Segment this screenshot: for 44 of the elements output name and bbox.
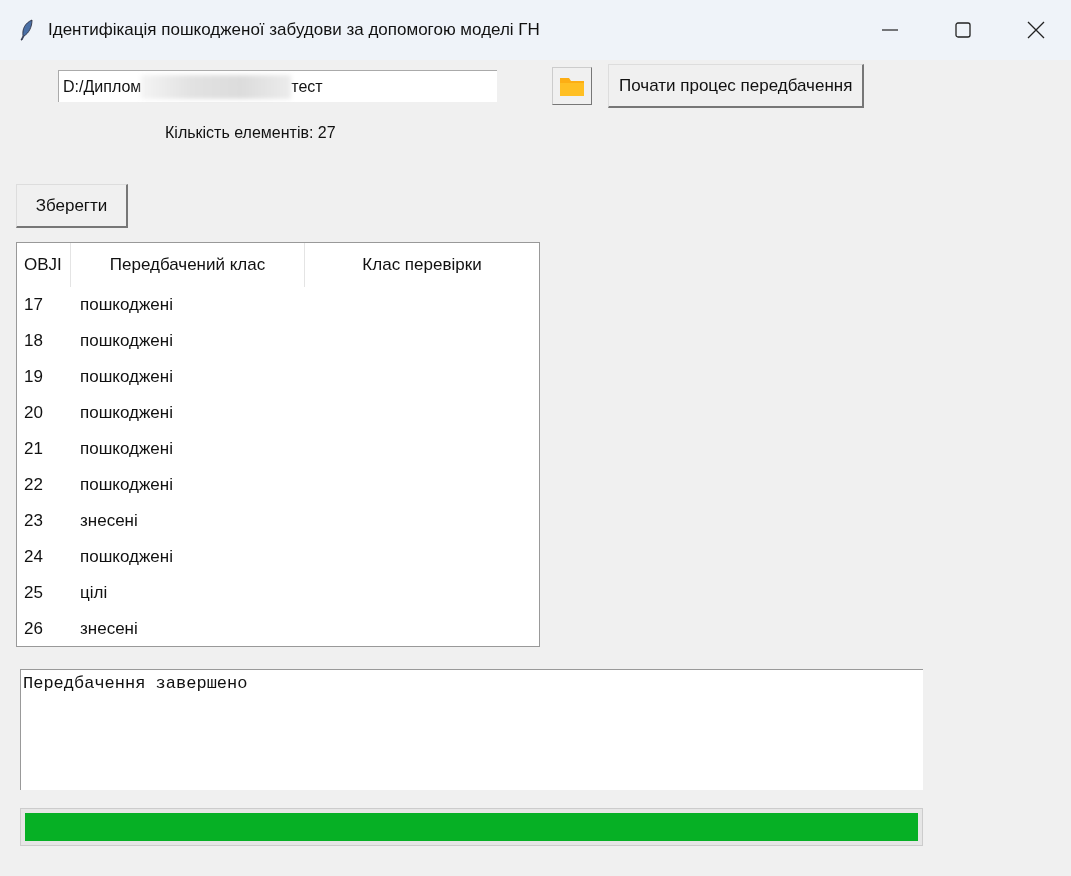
table-cell-text: 23 (23, 511, 44, 531)
table-cell-text: пошкоджені (79, 403, 173, 423)
table-cell-text: 20 (23, 403, 44, 423)
table-cell-text: пошкоджені (79, 547, 173, 567)
table-cell-text: знесені (79, 511, 138, 531)
table-cell-text: 21 (23, 439, 44, 459)
path-text: D:/Диплом (63, 77, 142, 96)
path-field[interactable]: D:/Диплом тест (58, 70, 497, 102)
table-cell-text: пошкоджені (79, 295, 173, 315)
table-cell-text: знесені (79, 619, 138, 639)
window-title: Ідентифікація пошкодженої забудови за допомогою моделі ГН (48, 20, 540, 40)
table-cell-text: 19 (23, 367, 44, 387)
table-cell-text: 22 (23, 475, 44, 495)
table-row[interactable]: 17 пошкоджені (17, 287, 539, 323)
close-icon[interactable] (1027, 21, 1045, 39)
save-button[interactable]: Зберегти (16, 184, 128, 228)
table-row[interactable]: 26 знесені (17, 611, 539, 647)
table-row[interactable]: 21 пошкоджені (17, 431, 539, 467)
table-row[interactable]: 22 пошкоджені (17, 467, 539, 503)
element-count-label: Кількість елементів: 27 (165, 124, 337, 143)
table-cell-text: 26 (23, 619, 44, 639)
table-row[interactable]: 19 пошкоджені (17, 359, 539, 395)
table-cell-text: 17 (23, 295, 44, 315)
folder-button[interactable] (552, 67, 592, 105)
table-cell-text: пошкоджені (79, 475, 173, 495)
table-cell-text: 25 (23, 583, 44, 603)
table-row[interactable]: 25 цілі (17, 575, 539, 611)
table-cell-text: 24 (23, 547, 44, 567)
table-cell-text: цілі (79, 583, 108, 603)
table-cell-text: пошкоджені (79, 439, 173, 459)
log-text: Передбачення завершено (23, 674, 248, 693)
feather-icon (20, 19, 34, 41)
maximize-icon[interactable] (955, 22, 971, 38)
table-row[interactable]: 24 пошкоджені (17, 539, 539, 575)
table-row[interactable]: 18 пошкоджені (17, 323, 539, 359)
start-prediction-button[interactable]: Почати процес передбачення (608, 64, 865, 108)
table-cell-text: 18 (23, 331, 44, 351)
folder-icon (559, 75, 585, 97)
path-text: тест (291, 77, 323, 96)
log-text-area[interactable]: Передбачення завершено (20, 669, 923, 790)
table-row[interactable]: 23 знесені (17, 503, 539, 539)
table-cell-text: пошкоджені (79, 331, 173, 351)
table-row[interactable]: 20 пошкоджені (17, 395, 539, 431)
table-cell-text: пошкоджені (79, 367, 173, 387)
